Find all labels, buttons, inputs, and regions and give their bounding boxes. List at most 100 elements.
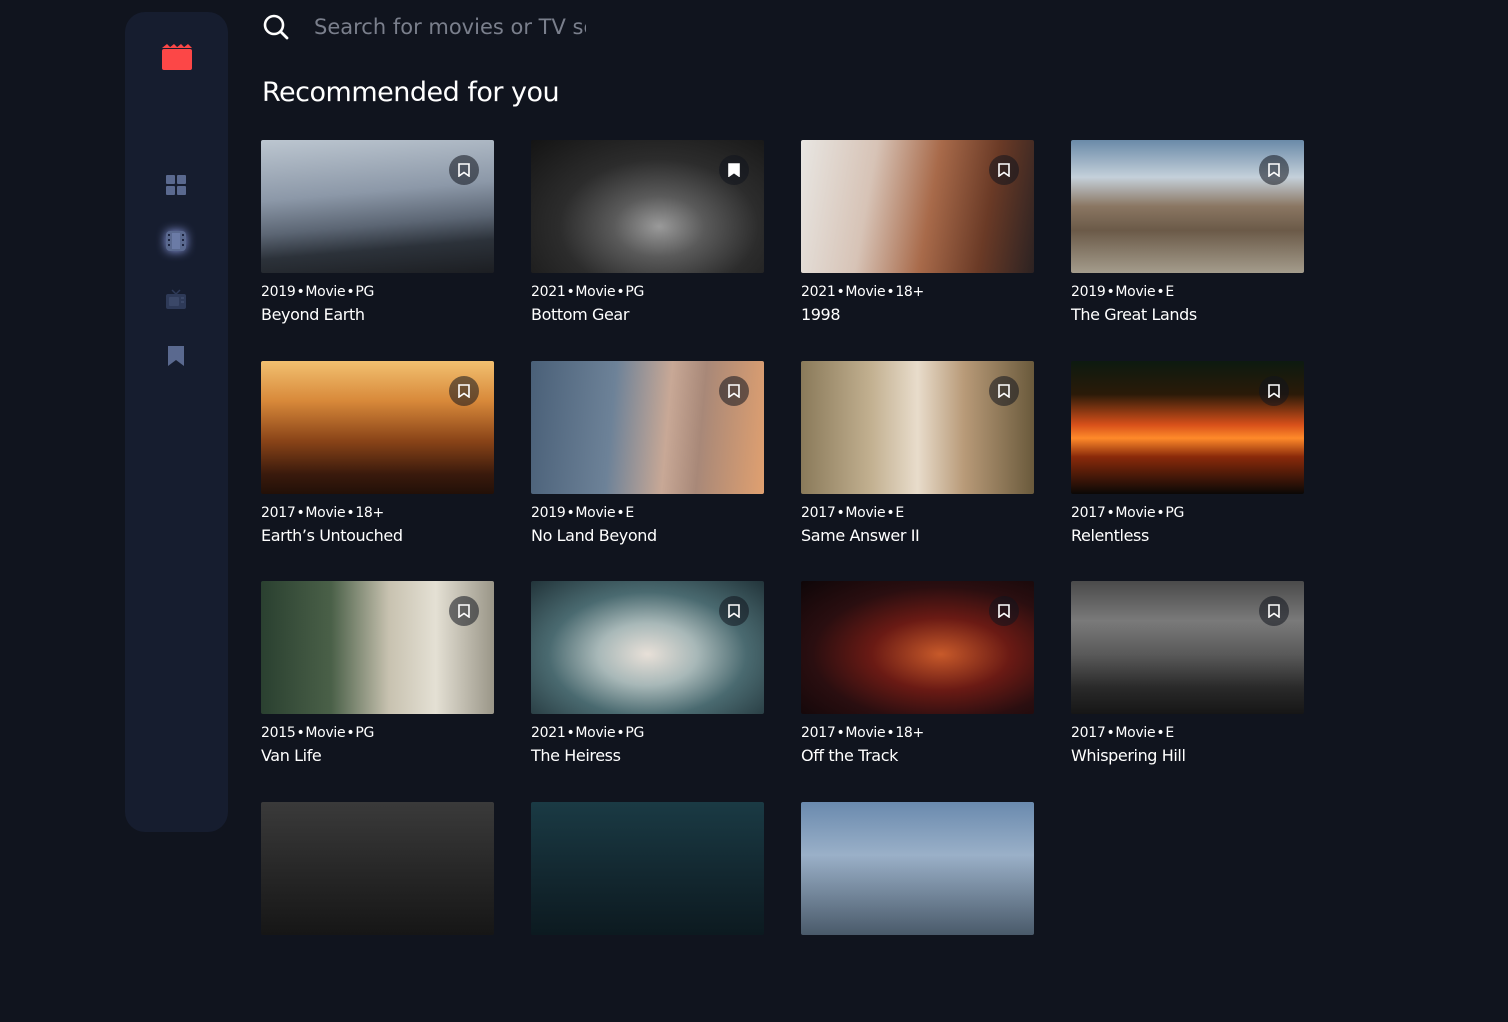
app-logo-icon[interactable] xyxy=(162,44,192,70)
movie-year: 2015 xyxy=(261,725,295,741)
meta-separator: • xyxy=(886,505,894,521)
movie-thumbnail xyxy=(261,140,494,273)
movie-title: Beyond Earth xyxy=(261,304,494,325)
nav-movies[interactable] xyxy=(165,230,187,252)
meta-separator: • xyxy=(616,284,624,300)
search-icon[interactable] xyxy=(262,13,290,41)
movie-category: Movie xyxy=(1115,284,1155,300)
movie-year: 2017 xyxy=(1071,505,1105,521)
movie-card[interactable]: 2017•Movie•E Same Answer II xyxy=(801,361,1034,582)
movie-category: Movie xyxy=(305,284,345,300)
bookmark-toggle[interactable] xyxy=(449,376,479,406)
movie-meta: 2019•Movie•E xyxy=(1071,283,1304,301)
bookmark-full-icon xyxy=(728,163,740,177)
movie-thumbnail xyxy=(801,802,1034,935)
meta-separator: • xyxy=(1156,505,1164,521)
movie-thumbnail xyxy=(1071,140,1304,273)
movie-card[interactable] xyxy=(801,802,1034,1022)
movie-card[interactable]: 2017•Movie•PG Relentless xyxy=(1071,361,1304,582)
movie-card[interactable] xyxy=(261,802,494,1022)
movie-meta: 2017•Movie•PG xyxy=(1071,504,1304,522)
movie-card[interactable]: 2015•Movie•PG Van Life xyxy=(261,581,494,802)
movie-meta: 2017•Movie•E xyxy=(1071,724,1304,742)
nav-bookmarks[interactable] xyxy=(165,345,187,367)
meta-separator: • xyxy=(886,725,894,741)
bookmark-toggle[interactable] xyxy=(449,596,479,626)
tv-series-icon xyxy=(165,288,187,310)
movie-card[interactable] xyxy=(531,802,764,1022)
bookmark-toggle[interactable] xyxy=(989,596,1019,626)
movie-thumbnail xyxy=(261,802,494,935)
movie-title: 1998 xyxy=(801,304,1034,325)
movie-rating: E xyxy=(625,505,634,521)
movie-rating: PG xyxy=(1165,505,1184,521)
nav-tv-series[interactable] xyxy=(165,288,187,310)
movie-rating: PG xyxy=(625,284,644,300)
bookmark-toggle[interactable] xyxy=(719,376,749,406)
bookmark-icon xyxy=(165,345,187,367)
nav-home[interactable] xyxy=(165,174,187,196)
movie-thumbnail xyxy=(801,581,1034,714)
movie-title: No Land Beyond xyxy=(531,525,764,546)
meta-separator: • xyxy=(346,725,354,741)
bookmark-toggle[interactable] xyxy=(719,155,749,185)
meta-separator: • xyxy=(1156,284,1164,300)
movie-card[interactable]: 2019•Movie•E No Land Beyond xyxy=(531,361,764,582)
movie-title: Earth’s Untouched xyxy=(261,525,494,546)
bookmark-toggle[interactable] xyxy=(989,155,1019,185)
movie-year: 2021 xyxy=(801,284,835,300)
movie-card[interactable]: 2017•Movie•E Whispering Hill xyxy=(1071,581,1304,802)
movie-thumbnail xyxy=(1071,581,1304,714)
movie-year: 2017 xyxy=(261,505,295,521)
search-bar xyxy=(262,10,592,44)
movie-card[interactable]: 2021•Movie•PG Bottom Gear xyxy=(531,140,764,361)
bookmark-empty-icon xyxy=(728,384,740,398)
movie-rating: PG xyxy=(355,725,374,741)
bookmark-toggle[interactable] xyxy=(1259,596,1289,626)
meta-separator: • xyxy=(1156,725,1164,741)
movie-title: Relentless xyxy=(1071,525,1304,546)
movie-meta: 2019•Movie•PG xyxy=(261,283,494,301)
meta-separator: • xyxy=(836,725,844,741)
movie-category: Movie xyxy=(845,725,885,741)
bookmark-empty-icon xyxy=(458,163,470,177)
movie-category: Movie xyxy=(845,284,885,300)
movie-card[interactable]: 2021•Movie•18+ 1998 xyxy=(801,140,1034,361)
meta-separator: • xyxy=(346,505,354,521)
bookmark-empty-icon xyxy=(458,604,470,618)
meta-separator: • xyxy=(836,284,844,300)
movie-thumbnail xyxy=(531,361,764,494)
movie-year: 2019 xyxy=(531,505,565,521)
search-input[interactable] xyxy=(314,15,586,39)
movie-title: Whispering Hill xyxy=(1071,745,1304,766)
movie-year: 2017 xyxy=(1071,725,1105,741)
bookmark-toggle[interactable] xyxy=(1259,376,1289,406)
section-title: Recommended for you xyxy=(262,77,559,108)
movie-title: The Heiress xyxy=(531,745,764,766)
movie-rating: PG xyxy=(625,725,644,741)
movie-card[interactable]: 2021•Movie•PG The Heiress xyxy=(531,581,764,802)
movie-thumbnail xyxy=(531,802,764,935)
sidebar xyxy=(125,12,228,832)
bookmark-toggle[interactable] xyxy=(449,155,479,185)
movie-year: 2019 xyxy=(261,284,295,300)
movie-category: Movie xyxy=(1115,725,1155,741)
bookmark-toggle[interactable] xyxy=(719,596,749,626)
movie-year: 2017 xyxy=(801,505,835,521)
movie-rating: E xyxy=(1165,725,1174,741)
movie-meta: 2021•Movie•PG xyxy=(531,283,764,301)
bookmark-toggle[interactable] xyxy=(1259,155,1289,185)
meta-separator: • xyxy=(886,284,894,300)
movie-card[interactable]: 2019•Movie•E The Great Lands xyxy=(1071,140,1304,361)
bookmark-empty-icon xyxy=(998,604,1010,618)
movie-meta: 2021•Movie•PG xyxy=(531,724,764,742)
bookmark-toggle[interactable] xyxy=(989,376,1019,406)
movie-card[interactable]: 2017•Movie•18+ Off the Track xyxy=(801,581,1034,802)
movie-card[interactable]: 2019•Movie•PG Beyond Earth xyxy=(261,140,494,361)
movie-card[interactable]: 2017•Movie•18+ Earth’s Untouched xyxy=(261,361,494,582)
movie-thumbnail xyxy=(261,361,494,494)
movie-title: Off the Track xyxy=(801,745,1034,766)
movie-category: Movie xyxy=(1115,505,1155,521)
bookmark-empty-icon xyxy=(728,604,740,618)
meta-separator: • xyxy=(296,725,304,741)
